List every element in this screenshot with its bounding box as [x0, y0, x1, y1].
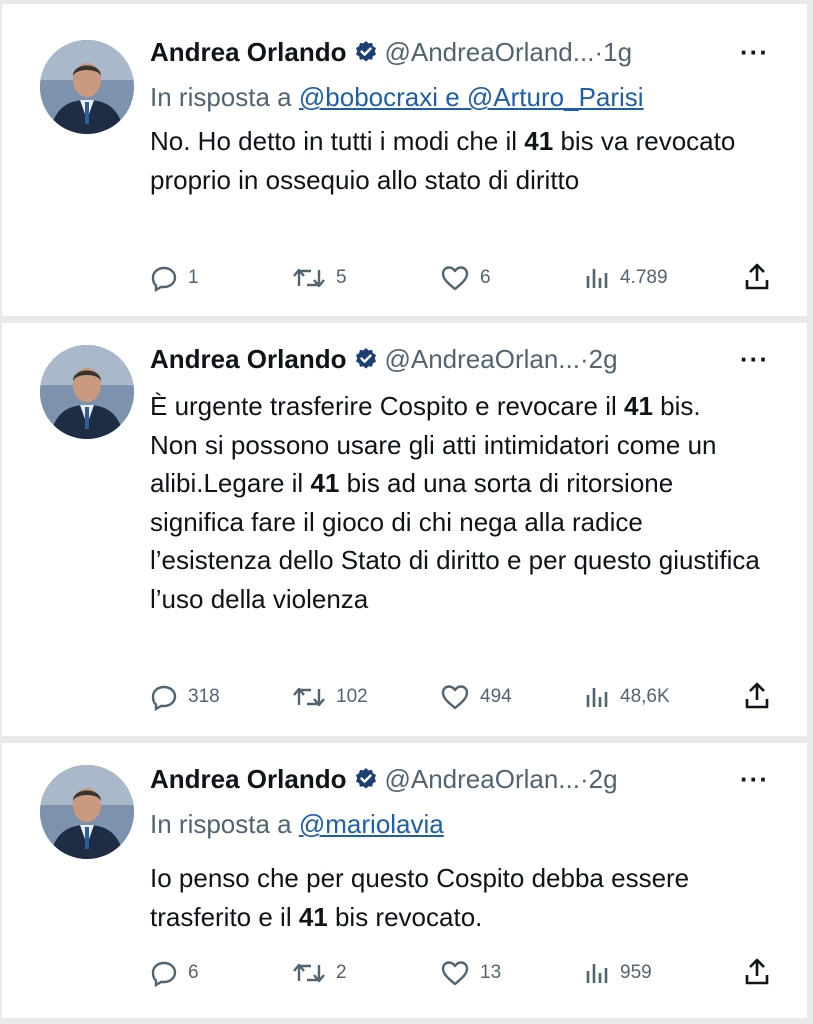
retweet-button[interactable]: 2 — [292, 955, 347, 991]
views-bar-chart-icon — [586, 964, 608, 983]
author-name[interactable]: Andrea Orlando — [150, 37, 346, 67]
like-count: 494 — [480, 686, 512, 707]
tweet-time[interactable]: 2g — [589, 344, 618, 374]
tweet-text-part: No. Ho detto in tutti i modi che il — [150, 126, 525, 156]
tweet-text-bold: 41 — [298, 901, 328, 932]
tweet-actions: 6 2 13 959 — [150, 955, 777, 991]
author-handle[interactable]: @AndreaOrlan... — [384, 344, 579, 374]
tweet-time[interactable]: 1g — [603, 37, 632, 67]
reply-count: 6 — [188, 962, 199, 983]
verified-badge-icon — [354, 35, 378, 75]
tweet-card[interactable]: Andrea Orlando @AndreaOrlan...·2g ··· In … — [2, 743, 807, 1018]
view-count: 48,6K — [620, 686, 670, 707]
tweet-header: Andrea Orlando @AndreaOrlan...·2g ··· — [150, 339, 777, 379]
like-button[interactable]: 13 — [440, 955, 501, 991]
author-handle[interactable]: @AndreaOrlan... — [384, 764, 579, 794]
tweet-actions: 1 5 6 4.789 — [150, 260, 777, 296]
separator-dot: · — [579, 764, 589, 794]
avatar[interactable] — [40, 345, 134, 439]
reply-icon — [151, 266, 177, 292]
more-options-icon[interactable]: ··· — [740, 339, 769, 379]
reply-mention-link[interactable]: @bobocraxi e @Arturo_Parisi — [299, 82, 644, 112]
tweet-text-part: È urgente trasferire Cospito e revocare … — [150, 391, 624, 421]
like-button[interactable]: 6 — [440, 260, 491, 296]
verified-badge-icon — [354, 342, 378, 382]
reply-context: In risposta a @mariolavia — [150, 805, 444, 843]
like-button[interactable]: 494 — [440, 679, 512, 715]
views-bar-chart-icon — [586, 688, 608, 707]
views-button[interactable]: 48,6K — [584, 679, 670, 715]
reply-prefix: In risposta a — [150, 809, 292, 839]
tweet-card[interactable]: Andrea Orlando @AndreaOrland...·1g ··· In… — [2, 4, 807, 316]
retweet-button[interactable]: 102 — [292, 679, 368, 715]
views-bar-chart-icon — [586, 269, 608, 288]
share-button[interactable] — [743, 681, 771, 717]
like-count: 13 — [480, 962, 502, 983]
tweet-feed: Andrea Orlando @AndreaOrland...·1g ··· In… — [0, 0, 813, 1024]
tweet-header: Andrea Orlando @AndreaOrland...·1g ··· — [150, 32, 777, 72]
tweet-header: Andrea Orlando @AndreaOrlan...·2g ··· — [150, 759, 777, 799]
reply-count: 1 — [188, 267, 199, 288]
share-icon — [745, 263, 769, 290]
more-options-icon[interactable]: ··· — [740, 32, 769, 72]
share-icon — [745, 958, 769, 985]
tweet-card[interactable]: Andrea Orlando @AndreaOrlan...·2g ··· È u… — [2, 323, 807, 736]
retweet-icon — [293, 963, 325, 983]
retweet-count: 5 — [336, 267, 347, 288]
reply-icon — [151, 685, 177, 711]
reply-mention-link[interactable]: @mariolavia — [299, 809, 444, 839]
retweet-count: 102 — [336, 686, 368, 707]
heart-icon — [441, 685, 469, 710]
reply-prefix: In risposta a — [150, 82, 292, 112]
separator-dot: · — [594, 37, 604, 67]
reply-context: In risposta a @bobocraxi e @Arturo_Paris… — [150, 78, 644, 116]
avatar[interactable] — [40, 40, 134, 134]
reply-icon — [151, 961, 177, 987]
heart-icon — [441, 961, 469, 986]
tweet-text: No. Ho detto in tutti i modi che il 41 b… — [150, 122, 767, 199]
retweet-count: 2 — [336, 962, 347, 983]
separator-dot: · — [579, 344, 589, 374]
tweet-actions: 318 102 494 48,6K — [150, 679, 777, 715]
like-count: 6 — [480, 267, 491, 288]
more-options-icon[interactable]: ··· — [740, 759, 769, 799]
tweet-text-bold: 41 — [524, 126, 554, 156]
reply-button[interactable]: 318 — [150, 679, 220, 715]
tweet-time[interactable]: 2g — [589, 764, 618, 794]
heart-icon — [441, 266, 469, 291]
tweet-text-bold: 41 — [624, 391, 653, 421]
author-name[interactable]: Andrea Orlando — [150, 344, 346, 374]
share-button[interactable] — [743, 957, 771, 993]
author-handle[interactable]: @AndreaOrland... — [384, 37, 594, 67]
tweet-text-part: bis revocato. — [327, 901, 483, 932]
views-button[interactable]: 4.789 — [584, 260, 668, 296]
tweet-text-part: bis. — [652, 391, 701, 421]
avatar[interactable] — [40, 765, 134, 859]
share-button[interactable] — [743, 262, 771, 298]
retweet-button[interactable]: 5 — [292, 260, 347, 296]
reply-button[interactable]: 1 — [150, 260, 199, 296]
reply-button[interactable]: 6 — [150, 955, 199, 991]
view-count: 959 — [620, 962, 652, 983]
view-count: 4.789 — [620, 267, 668, 288]
retweet-icon — [293, 687, 325, 707]
author-name[interactable]: Andrea Orlando — [150, 764, 346, 794]
tweet-text: È urgente trasferire Cospito e revocare … — [150, 387, 767, 618]
reply-count: 318 — [188, 686, 220, 707]
tweet-text-bold: 41 — [310, 468, 340, 498]
verified-badge-icon — [354, 762, 378, 802]
views-button[interactable]: 959 — [584, 955, 652, 991]
retweet-icon — [293, 268, 325, 288]
tweet-text: Io penso che per questo Cospito debba es… — [150, 859, 767, 936]
share-icon — [745, 682, 769, 709]
